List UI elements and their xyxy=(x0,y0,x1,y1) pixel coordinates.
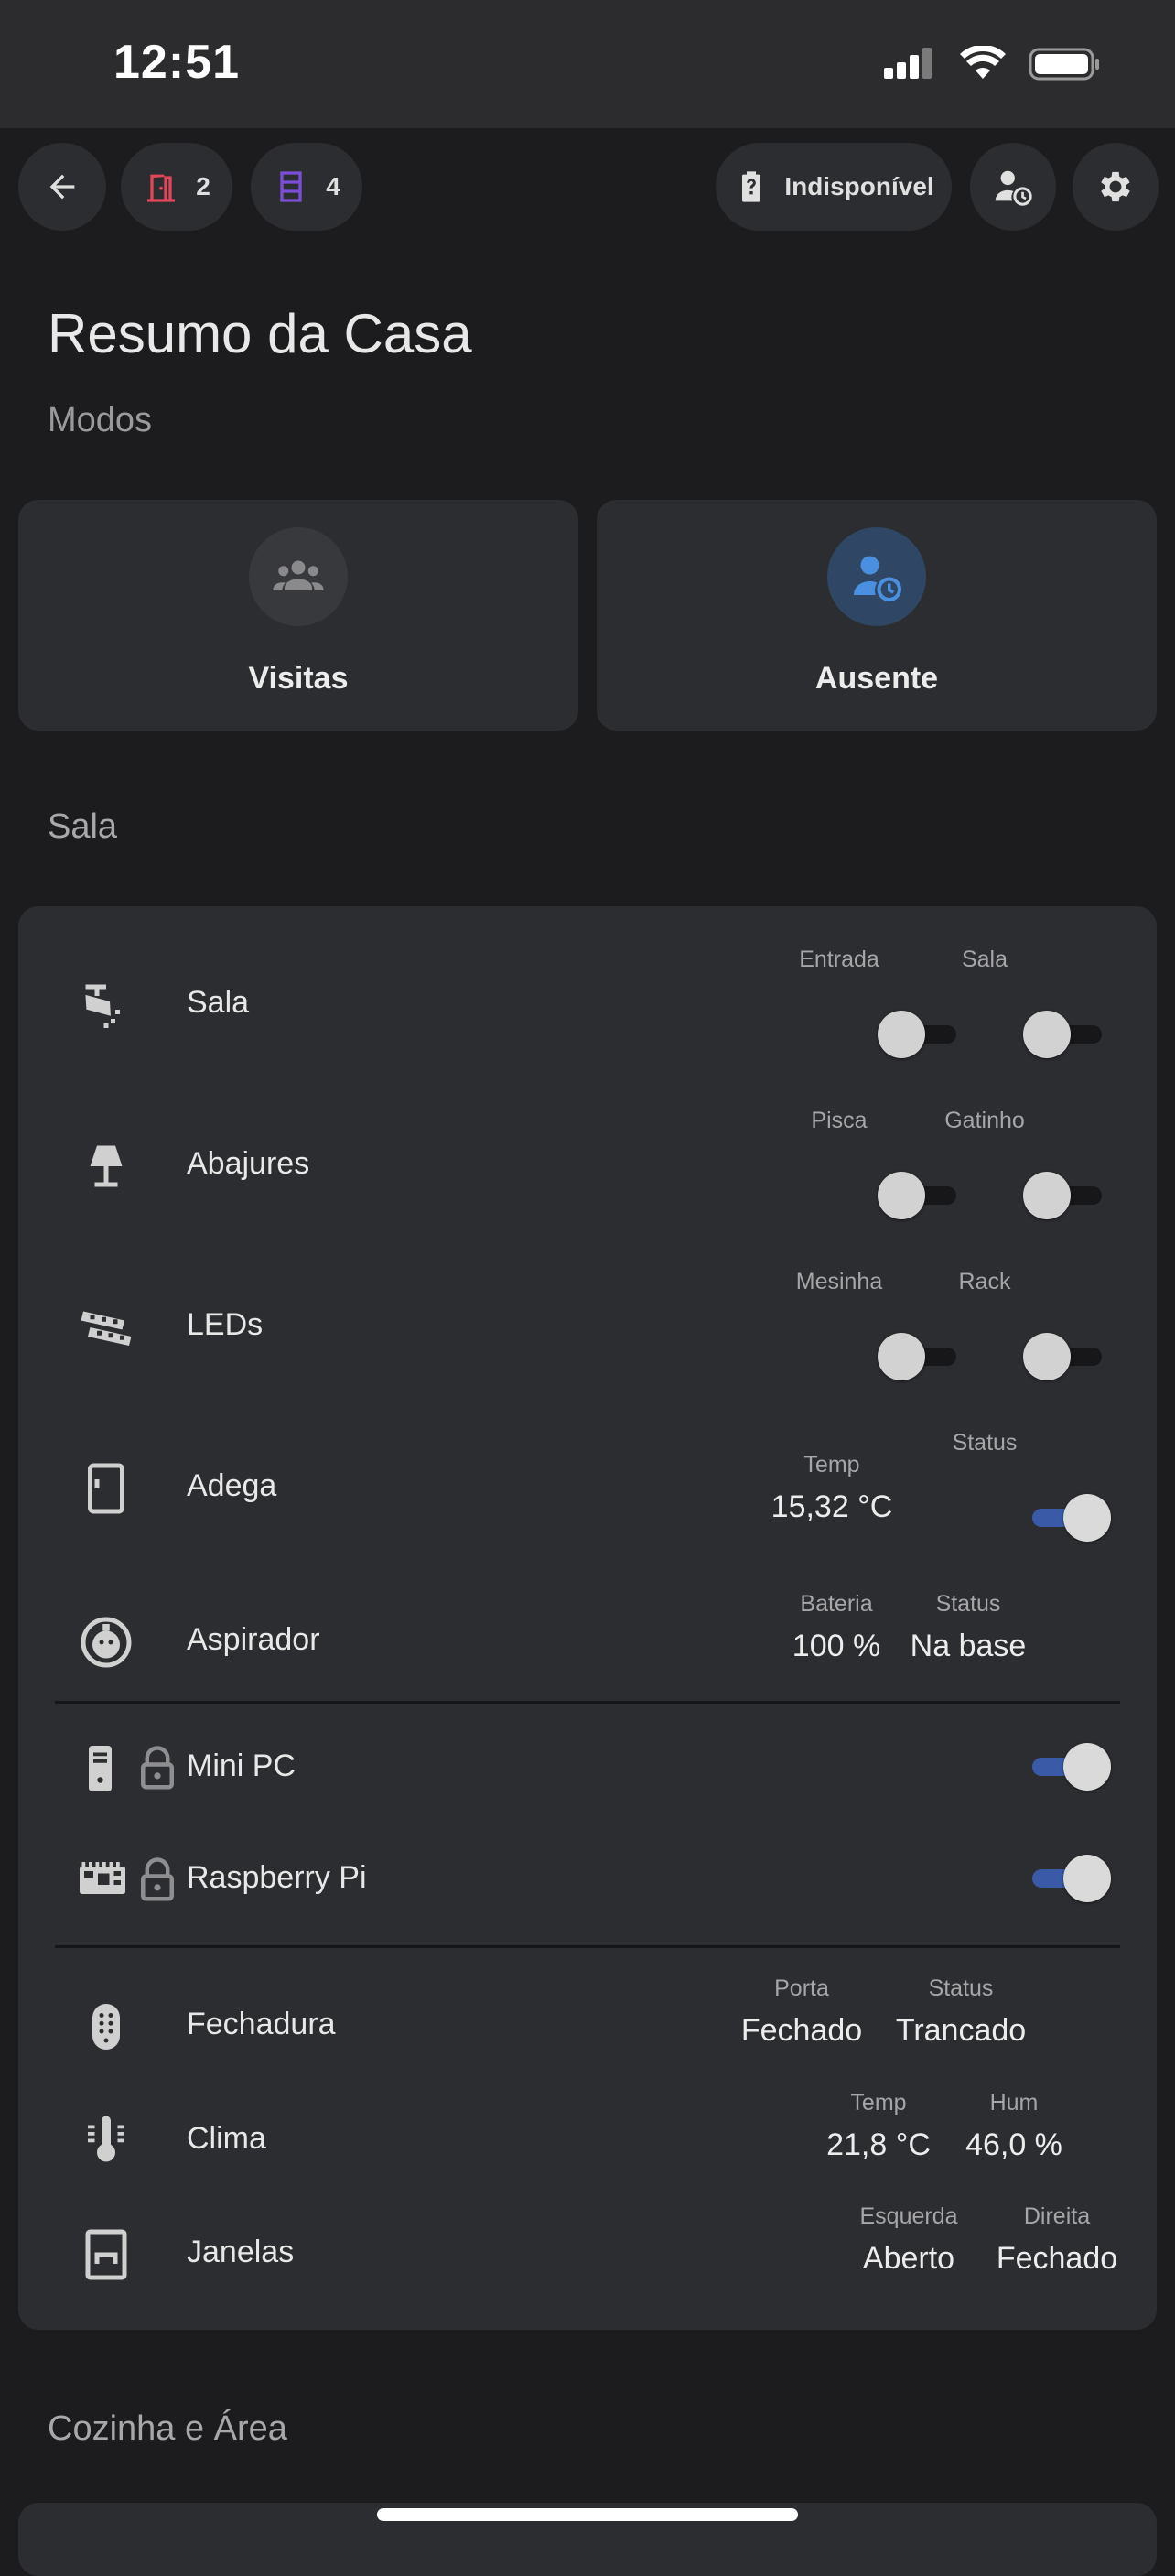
toggle-entrada[interactable] xyxy=(878,1009,965,1060)
janelas-right-value: Fechado xyxy=(996,2241,1118,2276)
led-strip-icon xyxy=(77,1298,135,1357)
back-button[interactable] xyxy=(18,143,106,231)
toggle-sala[interactable] xyxy=(1023,1009,1111,1060)
row-name: Adega xyxy=(187,1468,277,1503)
person-clock-icon xyxy=(995,170,1032,206)
lamp-icon xyxy=(77,1137,135,1196)
battery-unknown-icon xyxy=(742,171,761,202)
row-clima: Clima Temp 21,8 °C Hum 46,0 % xyxy=(18,2090,1157,2191)
row-adega: Adega Temp 15,32 °C Status xyxy=(18,1426,1157,1545)
row-name: Aspirador xyxy=(187,1622,320,1657)
thermometer-icon xyxy=(77,2112,135,2170)
lock-icon xyxy=(128,1851,187,1910)
people-group-icon xyxy=(273,560,324,590)
adega-temperature-value: 15,32 °C xyxy=(771,1489,893,1524)
row-name: LEDs xyxy=(187,1307,264,1342)
circuit-board-icon xyxy=(73,1851,132,1910)
toggle-adega-status[interactable] xyxy=(1023,1492,1111,1543)
ceiling-light-icon xyxy=(77,976,135,1034)
open-windows-chip[interactable]: 4 xyxy=(251,143,362,231)
column-label: Hum xyxy=(989,2090,1039,2116)
row-abajures: Abajures Pisca Gatinho xyxy=(18,1104,1157,1223)
open-windows-count: 4 xyxy=(326,172,340,200)
status-time: 12:51 xyxy=(113,36,240,89)
column-label: Status xyxy=(928,1975,994,2001)
status-bar: 12:51 xyxy=(0,0,1175,128)
mode-label-ausente: Ausente xyxy=(814,661,939,696)
divider xyxy=(55,1945,1120,1948)
row-aspirador: Aspirador Bateria 100 % Status Na base xyxy=(18,1591,1157,1692)
open-doors-chip[interactable]: 2 xyxy=(121,143,232,231)
robot-vacuum-icon xyxy=(77,1613,135,1672)
door-lock-keypad-icon xyxy=(77,1997,135,2056)
row-name: Raspberry Pi xyxy=(187,1860,367,1895)
window-closed-icon xyxy=(77,2225,135,2284)
gear-icon xyxy=(1101,171,1130,202)
column-label: Gatinho xyxy=(944,1108,1025,1133)
row-name: Fechadura xyxy=(187,2007,336,2041)
row-janelas: Janelas Esquerda Aberto Direita Fechado xyxy=(18,2203,1157,2304)
window-icon xyxy=(280,171,302,202)
column-label: Status xyxy=(952,1430,1018,1456)
fechadura-status-value: Trancado xyxy=(895,2013,1027,2048)
door-open-icon xyxy=(147,174,176,202)
divider xyxy=(55,1701,1120,1704)
room-card-sala: Sala Entrada Sala Abajures Pisca Gatinho xyxy=(18,906,1157,2330)
row-fechadura: Fechadura Porta Fechado Status Trancado xyxy=(18,1975,1157,2076)
home-indicator[interactable] xyxy=(377,2508,798,2521)
row-name: Sala xyxy=(187,985,250,1020)
toggle-pisca[interactable] xyxy=(878,1170,965,1221)
mode-label-visitas: Visitas xyxy=(248,661,349,696)
clima-humidity-value: 46,0 % xyxy=(965,2127,1062,2162)
row-mini-pc: Mini PC xyxy=(18,1721,1157,1813)
desktop-tower-icon xyxy=(73,1739,132,1798)
toggle-mesinha[interactable] xyxy=(878,1331,965,1382)
page-title: Resumo da Casa xyxy=(48,303,472,364)
section-title-cozinha: Cozinha e Área xyxy=(48,2409,287,2448)
wifi-icon xyxy=(960,46,1006,79)
person-clock-icon xyxy=(854,556,901,601)
row-name: Clima xyxy=(187,2121,266,2156)
row-leds: LEDs Mesinha Rack xyxy=(18,1265,1157,1384)
battery-status-label: Indisponível xyxy=(784,172,934,200)
wine-fridge-icon xyxy=(77,1459,135,1518)
column-label: Direita xyxy=(1023,2203,1091,2229)
row-raspberry-pi: Raspberry Pi xyxy=(18,1833,1157,1924)
toggle-gatinho[interactable] xyxy=(1023,1170,1111,1221)
battery-status-chip[interactable]: Indisponível xyxy=(716,143,952,231)
modes-section-title: Modos xyxy=(48,401,153,439)
toggle-raspberry-pi[interactable] xyxy=(1023,1853,1111,1904)
column-label: Sala xyxy=(961,947,1008,972)
open-doors-count: 2 xyxy=(196,172,210,200)
row-name: Mini PC xyxy=(187,1748,296,1783)
settings-button[interactable] xyxy=(1073,143,1159,231)
lock-icon xyxy=(128,1739,187,1798)
column-label: Rack xyxy=(958,1269,1011,1294)
row-name: Abajures xyxy=(187,1146,310,1181)
arrow-left-icon xyxy=(49,174,75,200)
top-bar: 2 4 Indisponível xyxy=(0,128,1175,256)
battery-icon xyxy=(1029,48,1099,81)
section-title-sala: Sala xyxy=(48,807,118,846)
toggle-mini-pc[interactable] xyxy=(1023,1741,1111,1792)
mode-card-ausente[interactable]: Ausente xyxy=(597,500,1157,731)
aspirador-status-value: Na base xyxy=(910,1629,1027,1663)
mode-card-visitas[interactable]: Visitas xyxy=(18,500,578,731)
column-label: Status xyxy=(935,1591,1001,1617)
toggle-rack[interactable] xyxy=(1023,1331,1111,1382)
row-sala-lights: Sala Entrada Sala xyxy=(18,943,1157,1062)
cellular-signal-icon xyxy=(884,48,932,79)
away-mode-button[interactable] xyxy=(970,143,1056,231)
row-name: Janelas xyxy=(187,2235,295,2269)
